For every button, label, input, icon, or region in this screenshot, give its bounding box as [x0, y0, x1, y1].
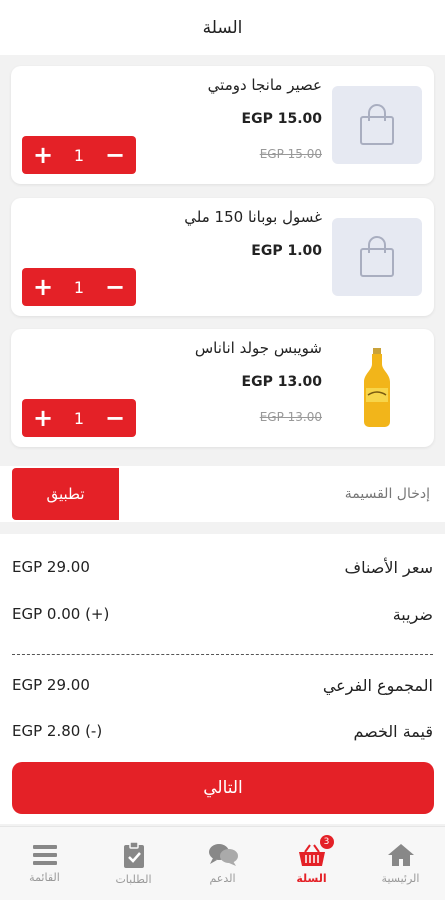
- quantity-value: 1: [73, 145, 85, 165]
- clipboard-check-icon: [123, 841, 144, 868]
- product-name: شويبس جولد اناناس: [194, 339, 322, 357]
- quantity-stepper: + 1 −: [22, 399, 136, 437]
- product-image[interactable]: [332, 218, 422, 296]
- bag-placeholder-icon: [360, 236, 394, 277]
- tax-label: ضريبة: [392, 604, 433, 624]
- increase-quantity-button[interactable]: +: [32, 275, 54, 299]
- subtotal-label: المجموع الفرعي: [322, 675, 433, 695]
- decrease-quantity-button[interactable]: −: [104, 143, 126, 167]
- items-price-label: سعر الأصناف: [344, 557, 433, 577]
- product-name: عصير مانجا دومتي: [207, 76, 322, 94]
- next-button[interactable]: التالي: [12, 762, 434, 814]
- page-title: السلة: [202, 17, 243, 38]
- decrease-quantity-button[interactable]: −: [104, 406, 126, 430]
- cart-item: شويبس جولد اناناس EGP 13.00 EGP 13.00 + …: [11, 329, 434, 447]
- chat-icon: [208, 844, 238, 866]
- nav-support[interactable]: الدعم: [178, 827, 267, 900]
- bag-placeholder-icon: [360, 104, 394, 145]
- quantity-stepper: + 1 −: [22, 136, 136, 174]
- subtotal-value: EGP 29.00: [12, 676, 90, 694]
- bottle-photo: [364, 348, 390, 427]
- product-old-price: EGP 13.00: [259, 410, 322, 424]
- tax-value: EGP 0.00 (+): [12, 605, 110, 623]
- nav-orders-label: الطلبات: [115, 873, 152, 886]
- apply-coupon-button[interactable]: تطبيق: [12, 468, 119, 520]
- nav-orders[interactable]: الطلبات: [89, 827, 178, 900]
- summary-divider: [12, 654, 433, 655]
- decrease-quantity-button[interactable]: −: [104, 275, 126, 299]
- product-price: EGP 13.00: [241, 374, 322, 390]
- discount-label: قيمة الخصم: [353, 721, 433, 741]
- product-price: EGP 15.00: [241, 111, 322, 127]
- product-old-price: EGP 15.00: [259, 147, 322, 161]
- increase-quantity-button[interactable]: +: [32, 143, 54, 167]
- cart-item: غسول بوبانا 150 ملي EGP 1.00 + 1 −: [11, 198, 434, 316]
- coupon-input[interactable]: [130, 468, 430, 520]
- discount-value: EGP 2.80 (-): [12, 722, 103, 740]
- home-icon: [387, 844, 414, 866]
- items-price-value: EGP 29.00: [12, 558, 90, 576]
- product-image[interactable]: [332, 348, 422, 427]
- header: السلة: [0, 0, 445, 55]
- product-image[interactable]: [332, 86, 422, 164]
- increase-quantity-button[interactable]: +: [32, 406, 54, 430]
- product-price: EGP 1.00: [251, 243, 322, 259]
- nav-home[interactable]: الرئيسية: [356, 827, 445, 900]
- discount-row: قيمة الخصم EGP 2.80 (-): [12, 716, 433, 746]
- items-price-row: سعر الأصناف EGP 29.00: [12, 552, 433, 582]
- nav-cart[interactable]: 3 السلة: [267, 827, 356, 900]
- nav-support-label: الدعم: [209, 872, 236, 885]
- coupon-section: تطبيق: [0, 466, 445, 522]
- quantity-value: 1: [73, 277, 85, 297]
- nav-home-label: الرئيسية: [381, 872, 420, 885]
- bottom-navigation: الرئيسية 3 السلة الدعم الطلبات القائمة: [0, 826, 445, 900]
- quantity-stepper: + 1 −: [22, 268, 136, 306]
- tax-row: ضريبة EGP 0.00 (+): [12, 599, 433, 629]
- product-name: غسول بوبانا 150 ملي: [184, 208, 322, 226]
- quantity-value: 1: [73, 408, 85, 428]
- nav-menu[interactable]: القائمة: [0, 827, 89, 900]
- menu-icon: [32, 845, 57, 865]
- nav-cart-label: السلة: [296, 872, 327, 885]
- subtotal-row: المجموع الفرعي EGP 29.00: [12, 670, 433, 700]
- nav-menu-label: القائمة: [29, 871, 60, 884]
- cart-item: عصير مانجا دومتي EGP 15.00 EGP 15.00 + 1…: [11, 66, 434, 184]
- cart-count-badge: 3: [319, 835, 334, 849]
